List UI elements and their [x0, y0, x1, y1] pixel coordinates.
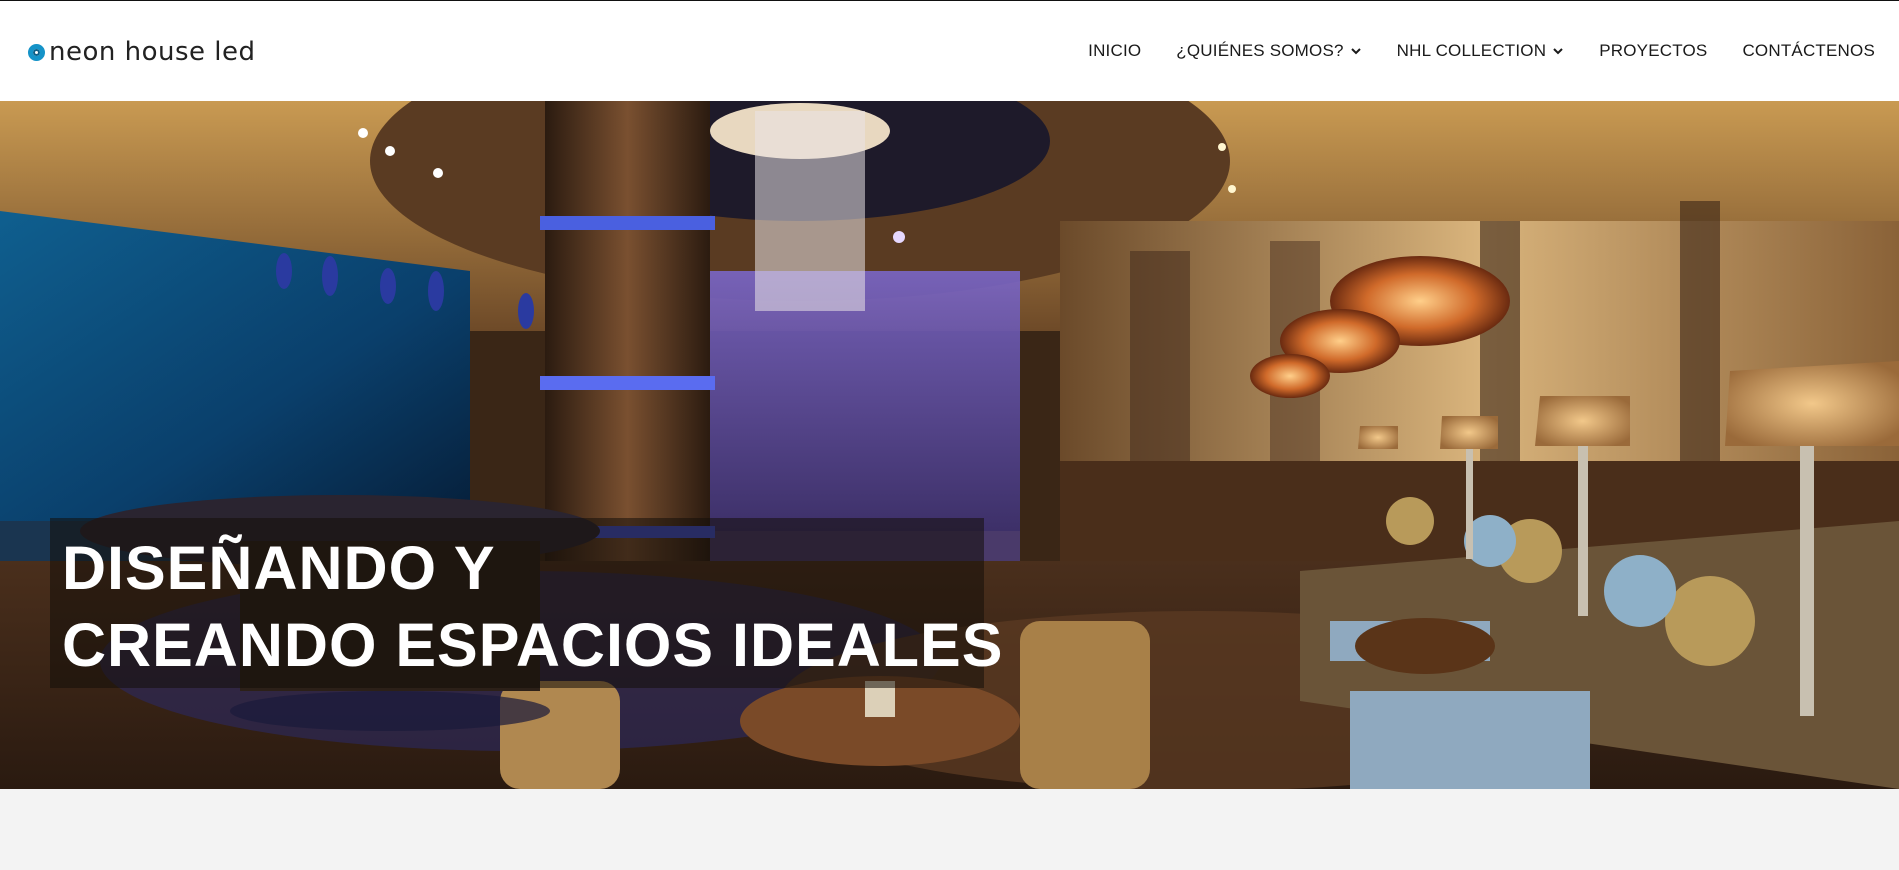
hero-headline-line-1: DISEÑANDO Y [62, 534, 496, 602]
nav-item-label: PROYECTOS [1599, 41, 1708, 60]
ring-logo-icon [28, 43, 45, 61]
nav-item-proyectos[interactable]: PROYECTOS [1599, 41, 1707, 61]
brand-name: neon house led [49, 37, 256, 67]
hero-banner: DISEÑANDO Y CREANDO ESPACIOS IDEALES [0, 101, 1899, 789]
main-nav: INICIO ¿QUIÉNES SOMOS? NHL COLLECTION PR… [1053, 1, 1875, 101]
nav-item-nhl-collection[interactable]: NHL COLLECTION [1397, 41, 1565, 61]
hero-headline-line-2: CREANDO ESPACIOS IDEALES [62, 611, 1004, 679]
nav-item-label: NHL COLLECTION [1396, 41, 1547, 60]
nav-item-label: ¿QUIÉNES SOMOS? [1176, 41, 1344, 60]
chevron-down-icon [1553, 48, 1563, 55]
nav-item-label: INICIO [1088, 41, 1142, 60]
content-area [0, 789, 1899, 870]
site-header: neon house led INICIO ¿QUIÉNES SOMOS? NH… [0, 1, 1899, 101]
nav-item-inicio[interactable]: INICIO [1088, 41, 1141, 61]
nav-item-label: CONTÁCTENOS [1742, 41, 1875, 60]
nav-item-quienes-somos[interactable]: ¿QUIÉNES SOMOS? [1176, 41, 1361, 61]
nav-item-contactenos[interactable]: CONTÁCTENOS [1742, 41, 1875, 61]
hero-headline: DISEÑANDO Y CREANDO ESPACIOS IDEALES [50, 518, 1004, 688]
chevron-down-icon [1350, 48, 1361, 55]
site-logo[interactable]: neon house led [28, 39, 256, 65]
